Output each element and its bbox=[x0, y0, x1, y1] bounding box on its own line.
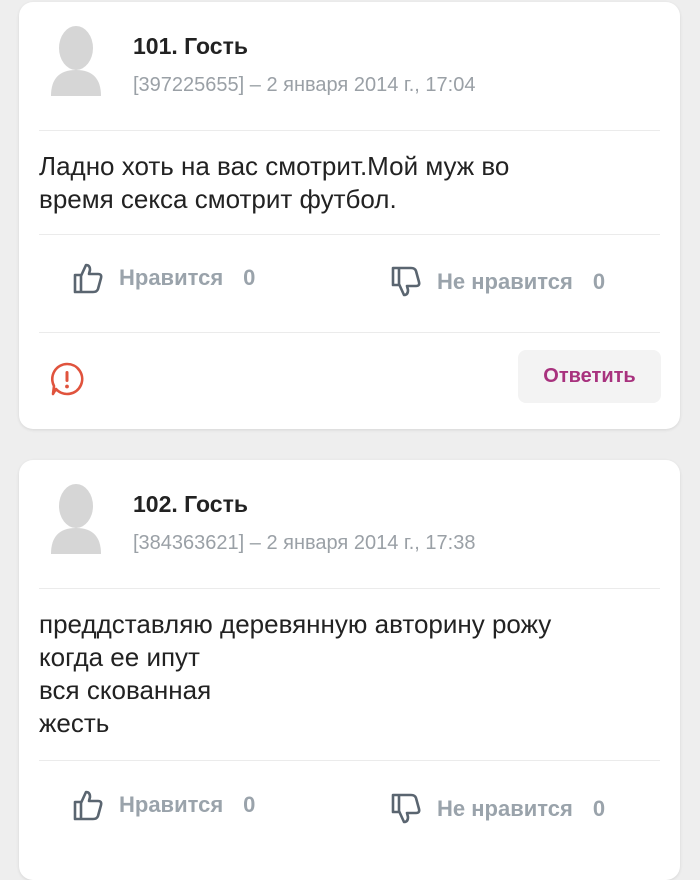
comment-text: преддставляю деревянную авторину рожу ко… bbox=[39, 608, 660, 740]
comment-card: 101. Гость [397225655] – 2 января 2014 г… bbox=[19, 2, 680, 429]
author-name: 102. Гость bbox=[133, 491, 248, 517]
comment-meta: [384363621] – 2 января 2014 г., 17:38 bbox=[133, 532, 476, 554]
dislike-button[interactable]: Не нравится 0 bbox=[389, 792, 605, 826]
report-icon[interactable] bbox=[49, 361, 85, 397]
thumbs-down-icon bbox=[391, 793, 421, 824]
avatar-icon bbox=[51, 484, 101, 554]
divider bbox=[39, 588, 660, 589]
like-label: Нравится bbox=[119, 792, 224, 817]
comment-card: 102. Гость [384363621] – 2 января 2014 г… bbox=[19, 460, 680, 880]
author-name: 101. Гость bbox=[133, 33, 248, 59]
comment-text-line: время секса смотрит футбол. bbox=[39, 184, 397, 214]
comment-text-line: жесть bbox=[39, 708, 110, 738]
dislike-count: 0 bbox=[592, 269, 606, 294]
like-count: 0 bbox=[243, 792, 256, 817]
comment-header: 101. Гость [397225655] – 2 января 2014 г… bbox=[19, 2, 680, 130]
comment-text: Ладно хоть на вас смотрит.Мой муж во вре… bbox=[39, 150, 660, 216]
like-button[interactable]: Нравится 0 bbox=[71, 261, 255, 295]
dislike-count: 0 bbox=[592, 796, 606, 821]
like-count: 0 bbox=[243, 265, 256, 290]
dislike-label: Не нравится bbox=[437, 796, 573, 821]
comment-header: 102. Гость [384363621] – 2 января 2014 г… bbox=[19, 460, 680, 588]
like-button[interactable]: Нравится 0 bbox=[71, 788, 255, 822]
dislike-button[interactable]: Не нравится 0 bbox=[389, 265, 605, 299]
reply-button[interactable]: Ответить bbox=[518, 350, 661, 403]
comment-text-line: когда ее ипут bbox=[39, 642, 200, 672]
like-label: Нравится bbox=[119, 265, 224, 290]
comment-text-line: преддставляю деревянную авторину рожу bbox=[39, 609, 552, 639]
comment-text-line: вся скованная bbox=[39, 675, 212, 705]
divider bbox=[39, 760, 660, 761]
divider bbox=[39, 130, 660, 131]
comment-text-line: Ладно хоть на вас смотрит.Мой муж во bbox=[39, 151, 510, 181]
comment-meta: [397225655] – 2 января 2014 г., 17:04 bbox=[133, 74, 476, 96]
thumbs-up-icon bbox=[73, 790, 103, 821]
thumbs-up-icon bbox=[73, 263, 103, 294]
divider bbox=[39, 332, 660, 333]
avatar-icon bbox=[51, 26, 101, 96]
divider bbox=[39, 234, 660, 235]
dislike-label: Не нравится bbox=[437, 269, 573, 294]
comments-feed: 101. Гость [397225655] – 2 января 2014 г… bbox=[0, 0, 700, 880]
thumbs-down-icon bbox=[391, 266, 421, 297]
